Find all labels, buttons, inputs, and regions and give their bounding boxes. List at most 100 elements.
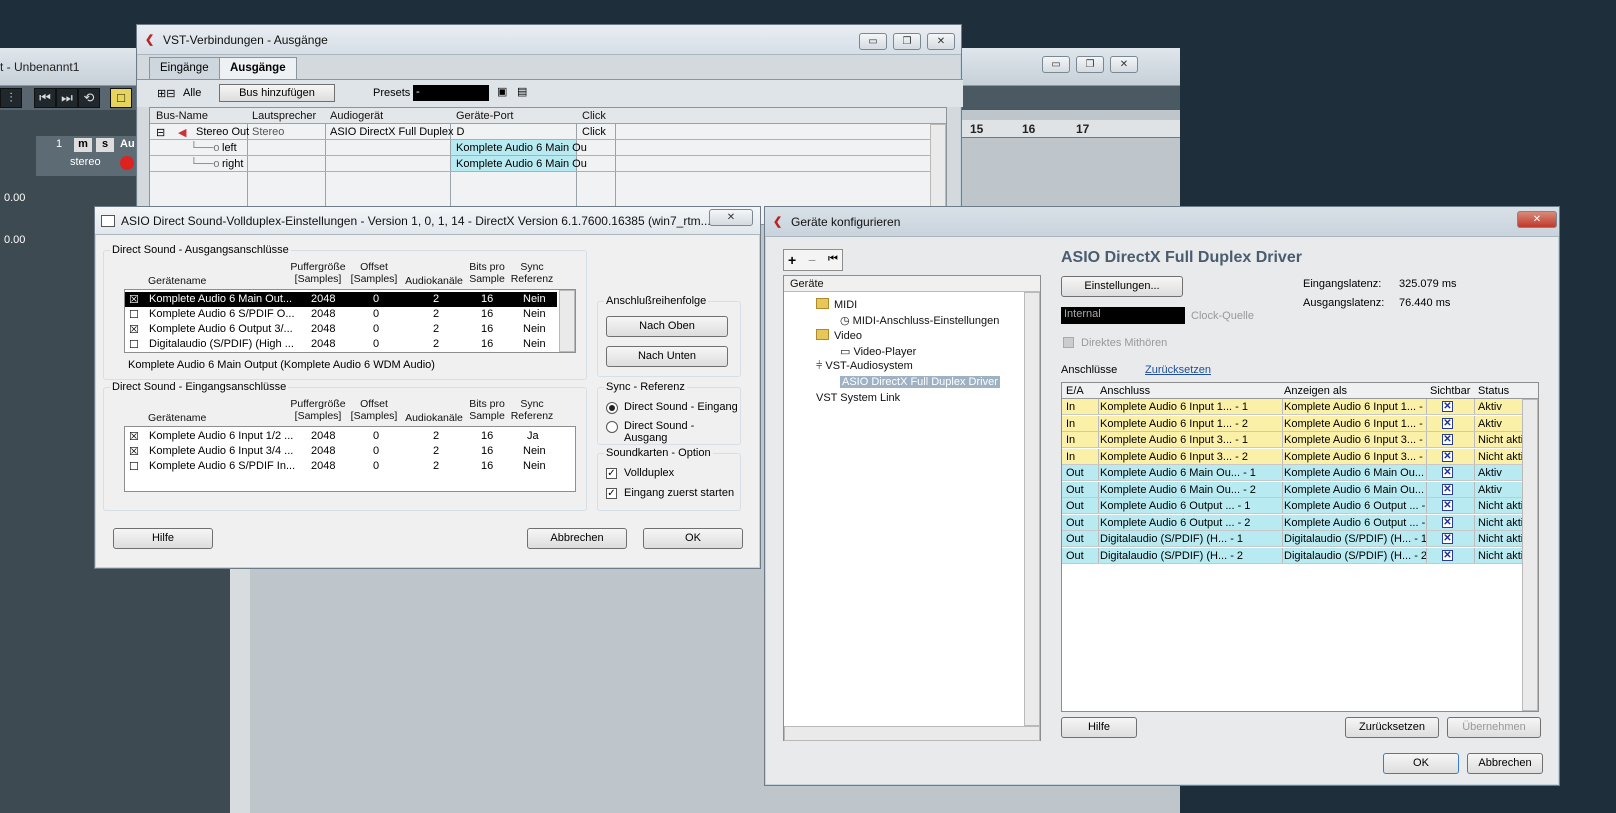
list-item[interactable]: ☒ Komplete Audio 6 Main Out... 2048 0 2 … bbox=[125, 292, 557, 307]
table-row[interactable]: Out Komplete Audio 6 Output ... - 1 Komple… bbox=[1062, 498, 1522, 514]
table-row[interactable]: └──o right Komplete Audio 6 Main Ou bbox=[150, 156, 946, 172]
tree-item-system-link[interactable]: VST System Link bbox=[816, 392, 900, 404]
add-bus-button[interactable]: Bus hinzufügen bbox=[219, 84, 335, 102]
clock-source-select[interactable]: Internal bbox=[1061, 307, 1185, 324]
table-row[interactable]: In Komplete Audio 6 Input 1... - 2 Komplet… bbox=[1062, 415, 1522, 432]
cell-show[interactable]: Komplete Audio 6 Input 1... - 1 bbox=[1284, 401, 1426, 413]
help-button[interactable]: Hilfe bbox=[1061, 717, 1137, 738]
minimize-icon[interactable]: ▭ bbox=[859, 33, 887, 50]
col-audio-device[interactable]: Audiogerät bbox=[330, 110, 383, 122]
expand-all-icon[interactable]: ⊞⊟ bbox=[157, 87, 175, 100]
direct-monitor-checkbox[interactable] bbox=[1063, 337, 1074, 348]
visible-checkbox[interactable]: ✕ bbox=[1442, 450, 1453, 462]
tab-outputs[interactable]: Ausgänge bbox=[219, 57, 297, 79]
help-button[interactable]: Hilfe bbox=[113, 528, 213, 549]
move-up-button[interactable]: Nach Oben bbox=[606, 316, 728, 337]
maximize-icon[interactable]: ❐ bbox=[1076, 56, 1104, 73]
cell-show[interactable]: Komplete Audio 6 Main Ou... - 1 bbox=[1284, 467, 1426, 479]
table-row[interactable]: In Komplete Audio 6 Input 3... - 2 Komplet… bbox=[1062, 448, 1522, 465]
col-visible[interactable]: Sichtbar bbox=[1430, 385, 1470, 397]
col-port[interactable]: Anschluss bbox=[1100, 385, 1150, 397]
collapse-icon[interactable]: ⊟ bbox=[156, 126, 165, 139]
input-first-checkbox[interactable]: ✓ bbox=[606, 488, 617, 499]
add-icon[interactable]: + bbox=[788, 252, 796, 268]
stop-icon[interactable]: □ bbox=[110, 88, 132, 108]
list-item[interactable]: ☐ Komplete Audio 6 S/PDIF In... 2048 0 2… bbox=[125, 459, 575, 474]
scrollbar[interactable] bbox=[1522, 399, 1538, 711]
cycle-icon[interactable]: ⟲ bbox=[78, 88, 100, 108]
list-item[interactable]: ☐ Komplete Audio 6 S/PDIF O... 2048 0 2 … bbox=[125, 307, 557, 322]
device-port[interactable]: Komplete Audio 6 Main Ou bbox=[456, 158, 587, 170]
table-row[interactable]: └──o left Komplete Audio 6 Main Ou bbox=[150, 140, 946, 156]
col-show-as[interactable]: Anzeigen als bbox=[1284, 385, 1347, 397]
delete-preset-icon[interactable]: ▤ bbox=[517, 85, 527, 98]
cell-show[interactable]: Komplete Audio 6 Input 1... - 2 bbox=[1284, 418, 1426, 430]
visible-checkbox[interactable]: ✕ bbox=[1442, 549, 1453, 561]
tree-item-asio-driver[interactable]: ASIO DirectX Full Duplex Driver bbox=[840, 376, 1000, 388]
checkbox[interactable]: ☒ bbox=[129, 293, 139, 306]
record-icon[interactable] bbox=[120, 156, 134, 170]
visible-checkbox[interactable]: ✕ bbox=[1442, 417, 1453, 429]
scrollbar[interactable] bbox=[559, 290, 575, 352]
presets-select[interactable]: - bbox=[413, 85, 489, 101]
mute-button[interactable]: m bbox=[74, 138, 92, 152]
save-preset-icon[interactable]: ▣ bbox=[497, 85, 507, 98]
table-row[interactable]: In Komplete Audio 6 Input 3... - 1 Komplet… bbox=[1062, 432, 1522, 448]
visible-checkbox[interactable]: ✕ bbox=[1442, 467, 1453, 478]
cell-show[interactable]: Komplete Audio 6 Input 3... - 1 bbox=[1284, 434, 1426, 446]
solo-button[interactable]: s bbox=[96, 138, 114, 152]
cell-show[interactable]: Komplete Audio 6 Output ... - 1 bbox=[1284, 500, 1426, 512]
checkbox[interactable]: ☐ bbox=[129, 308, 139, 321]
close-icon[interactable]: ✕ bbox=[1110, 56, 1138, 73]
reset-link[interactable]: Zurücksetzen bbox=[1145, 364, 1211, 376]
col-bus-name[interactable]: Bus-Name bbox=[156, 110, 208, 122]
col-speaker[interactable]: Lautsprecher bbox=[252, 110, 316, 122]
list-item[interactable]: ☒ Komplete Audio 6 Output 3/... 2048 0 2… bbox=[125, 322, 557, 337]
visible-checkbox[interactable]: ✕ bbox=[1442, 516, 1453, 528]
reset-icon[interactable]: ⏮ bbox=[828, 253, 838, 266]
cancel-button[interactable]: Abbrechen bbox=[527, 528, 627, 549]
remove-icon[interactable]: − bbox=[808, 252, 816, 268]
close-icon[interactable]: ✕ bbox=[1517, 211, 1557, 228]
reset-button[interactable]: Zurücksetzen bbox=[1345, 717, 1439, 738]
maximize-icon[interactable]: ❐ bbox=[893, 33, 921, 50]
checkbox[interactable]: ☐ bbox=[129, 338, 139, 351]
col-device-port[interactable]: Geräte-Port bbox=[456, 110, 513, 122]
settings-button[interactable]: Einstellungen... bbox=[1061, 276, 1183, 297]
cell-show[interactable]: Digitalaudio (S/PDIF) (H... - 1 bbox=[1284, 533, 1426, 545]
scrollbar[interactable] bbox=[784, 726, 1040, 741]
visible-checkbox[interactable]: ✕ bbox=[1442, 500, 1453, 511]
list-item[interactable]: ☒ Komplete Audio 6 Input 3/4 ... 2048 0 … bbox=[125, 444, 575, 459]
visible-checkbox[interactable]: ✕ bbox=[1442, 483, 1453, 495]
table-row[interactable]: Out Komplete Audio 6 Main Ou... - 2 Komple… bbox=[1062, 481, 1522, 498]
tree-item-midi-ports[interactable]: ◷ MIDI-Anschluss-Einstellungen bbox=[840, 314, 999, 327]
ok-button[interactable]: OK bbox=[643, 528, 743, 549]
table-row[interactable]: Out Komplete Audio 6 Output ... - 2 Komple… bbox=[1062, 514, 1522, 531]
cell-show[interactable]: Komplete Audio 6 Main Ou... - 2 bbox=[1284, 484, 1426, 496]
cell-show[interactable]: Digitalaudio (S/PDIF) (H... - 2 bbox=[1284, 550, 1426, 562]
ok-button[interactable]: OK bbox=[1383, 753, 1459, 774]
sync-input-radio[interactable] bbox=[606, 402, 618, 414]
duplex-checkbox[interactable]: ✓ bbox=[606, 468, 617, 479]
sync-output-radio[interactable] bbox=[606, 421, 618, 433]
table-row[interactable]: Out Digitalaudio (S/PDIF) (H... - 1 Digita… bbox=[1062, 531, 1522, 547]
visible-checkbox[interactable]: ✕ bbox=[1442, 533, 1453, 544]
cancel-button[interactable]: Abbrechen bbox=[1467, 753, 1543, 774]
col-click[interactable]: Click bbox=[582, 110, 606, 122]
close-icon[interactable]: ✕ bbox=[927, 33, 955, 50]
cell-show[interactable]: Komplete Audio 6 Input 3... - 2 bbox=[1284, 451, 1426, 463]
tree-item-vst-audio[interactable]: ⫩ VST-Audiosystem bbox=[816, 360, 913, 373]
tree-item-video-player[interactable]: ▭ Video-Player bbox=[840, 345, 916, 358]
tab-inputs[interactable]: Eingänge bbox=[149, 57, 220, 79]
apply-button[interactable]: Übernehmen bbox=[1447, 717, 1541, 738]
table-row[interactable]: ⊟ ◀ Stereo Out Stereo ASIO DirectX Full … bbox=[150, 124, 946, 140]
tree-item-video[interactable]: Video bbox=[816, 329, 862, 342]
mixer-icon[interactable]: ⫶ bbox=[0, 88, 22, 108]
col-status[interactable]: Status bbox=[1478, 385, 1509, 397]
table-row[interactable]: In Komplete Audio 6 Input 1... - 1 Komplet… bbox=[1062, 399, 1522, 415]
table-row[interactable]: Out Komplete Audio 6 Main Ou... - 1 Komple… bbox=[1062, 465, 1522, 481]
checkbox[interactable]: ☐ bbox=[129, 460, 139, 473]
cell-show[interactable]: Komplete Audio 6 Output ... - 2 bbox=[1284, 517, 1426, 529]
go-start-icon[interactable]: ⏮ bbox=[34, 88, 56, 108]
list-item[interactable]: ☐ Digitalaudio (S/PDIF) (High ... 2048 0… bbox=[125, 337, 557, 352]
